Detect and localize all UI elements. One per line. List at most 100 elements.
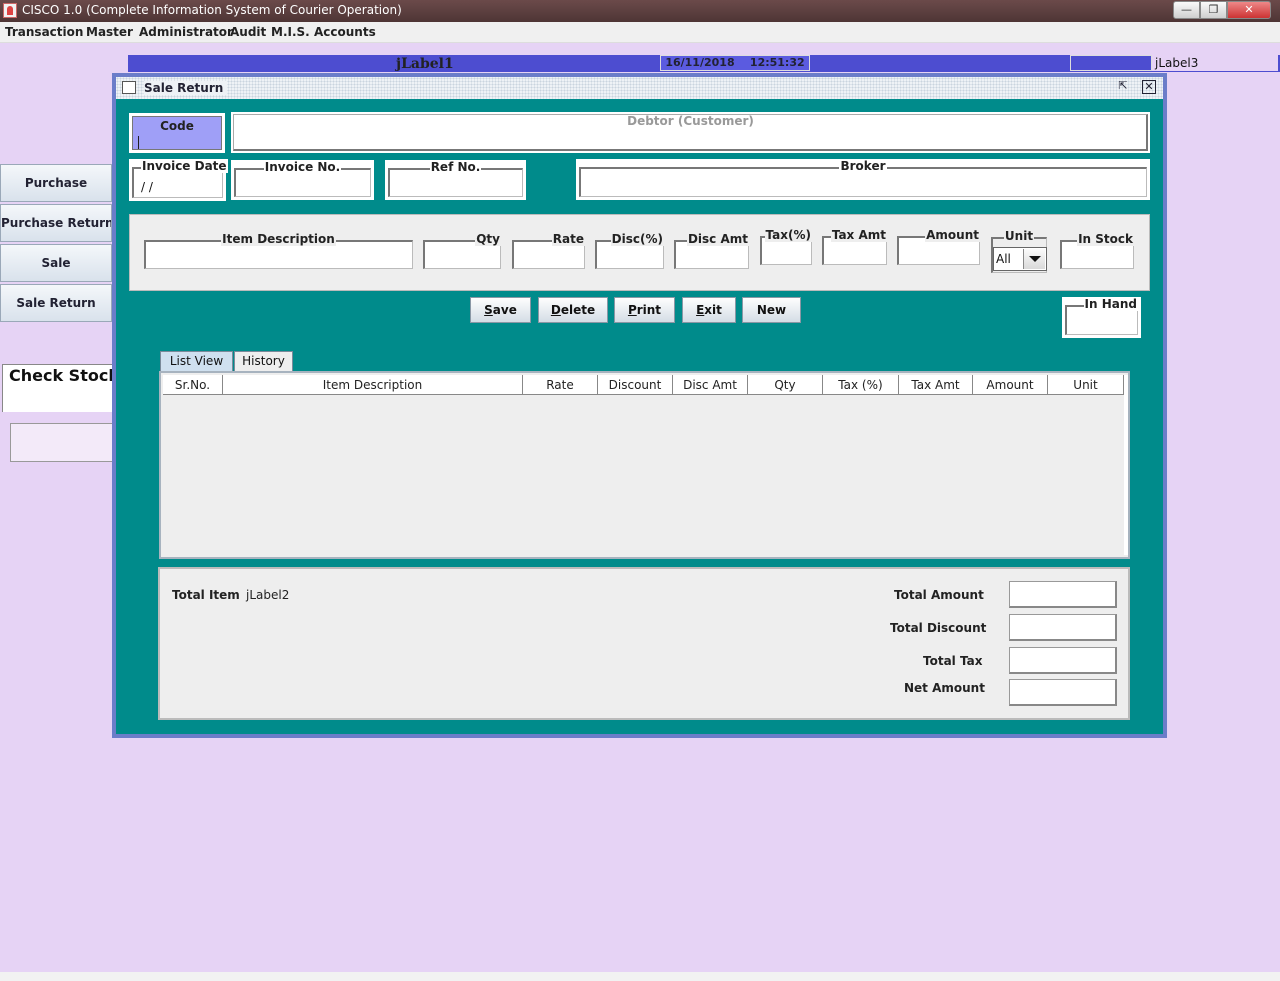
save-button[interactable]: Save	[470, 297, 531, 323]
total-item-label: Total Item	[172, 588, 240, 602]
window-title: CISCO 1.0 (Complete Information System o…	[22, 3, 402, 17]
tax-pct-label: Tax(%)	[764, 228, 812, 242]
disc-amt-field[interactable]: Disc Amt	[671, 232, 752, 272]
col-item-description[interactable]: Item Description	[223, 375, 523, 395]
in-stock-label: In Stock	[1077, 232, 1134, 246]
window-title-bar: CISCO 1.0 (Complete Information System o…	[0, 0, 1280, 22]
frame-title-bar: Sale Return ⇱ ✕	[116, 77, 1163, 99]
col-qty[interactable]: Qty	[748, 375, 823, 395]
ref-no-label: Ref No.	[429, 160, 482, 174]
code-field[interactable]: Code	[129, 113, 225, 153]
menu-mis[interactable]: M.I.S.	[271, 25, 310, 39]
sidebar-purchase-button[interactable]: Purchase	[0, 164, 112, 202]
frame-window-icon	[122, 81, 136, 94]
totals-panel	[158, 567, 1130, 720]
net-amount-field[interactable]	[1009, 679, 1117, 706]
total-discount-field[interactable]	[1009, 614, 1117, 641]
close-icon[interactable]: ✕	[1142, 80, 1156, 94]
items-table: Sr.No. Item Description Rate Discount Di…	[159, 371, 1130, 559]
bottom-strip	[0, 972, 1280, 981]
menu-administrator[interactable]: Administrator	[139, 25, 233, 39]
debtor-field[interactable]: Debtor (Customer)	[231, 112, 1150, 153]
check-stock-title: Check Stock	[9, 366, 119, 385]
rate-field[interactable]: Rate	[509, 232, 588, 272]
menu-accounts[interactable]: Accounts	[314, 25, 376, 39]
invoice-no-field[interactable]: Invoice No.	[231, 160, 374, 200]
menu-audit[interactable]: Audit	[230, 25, 266, 39]
maximize-button[interactable]: ❐	[1200, 1, 1227, 19]
invoice-no-label: Invoice No.	[263, 160, 342, 174]
item-description-label: Item Description	[221, 232, 336, 246]
close-window-button[interactable]: ✕	[1227, 1, 1271, 19]
col-amount[interactable]: Amount	[973, 375, 1048, 395]
in-stock-field[interactable]: In Stock	[1057, 232, 1137, 272]
broker-field[interactable]: Broker	[576, 159, 1150, 200]
total-amount-label: Total Amount	[894, 588, 984, 602]
table-body[interactable]	[163, 396, 1126, 554]
chevron-down-icon[interactable]	[1023, 249, 1045, 269]
time-text: 12:51:32	[749, 56, 805, 69]
invoice-date-value: / /	[141, 180, 153, 194]
col-rate[interactable]: Rate	[523, 375, 598, 395]
total-tax-field[interactable]	[1009, 647, 1117, 674]
new-button[interactable]: New	[742, 297, 801, 323]
total-tax-label: Total Tax	[923, 654, 983, 668]
col-discount[interactable]: Discount	[598, 375, 673, 395]
status-label-1: jLabel1	[396, 56, 454, 72]
restore-icon[interactable]: ⇱	[1116, 80, 1130, 94]
qty-label: Qty	[475, 232, 501, 246]
tax-pct-field[interactable]: Tax(%)	[757, 228, 815, 268]
disc-pct-field[interactable]: Disc(%)	[592, 232, 667, 272]
in-hand-field[interactable]: In Hand	[1062, 297, 1141, 338]
col-unit[interactable]: Unit	[1048, 375, 1124, 395]
col-sr-no[interactable]: Sr.No.	[163, 375, 223, 395]
minimize-button[interactable]: —	[1173, 1, 1200, 19]
col-disc-amt[interactable]: Disc Amt	[673, 375, 748, 395]
col-tax-amt[interactable]: Tax Amt	[899, 375, 973, 395]
check-stock-input[interactable]	[10, 423, 114, 462]
java-app-icon	[3, 3, 17, 18]
unit-select[interactable]: All	[993, 247, 1047, 271]
save-label: ave	[492, 303, 517, 317]
print-mnemonic: P	[627, 303, 637, 317]
delete-button[interactable]: Delete	[538, 297, 608, 323]
menu-master[interactable]: Master	[86, 25, 133, 39]
tax-amt-field[interactable]: Tax Amt	[819, 228, 890, 268]
sidebar-purchase-return-button[interactable]: Purchase Return	[0, 204, 112, 242]
total-amount-field[interactable]	[1009, 581, 1117, 608]
code-label: Code	[160, 119, 194, 133]
date-text: 16/11/2018	[665, 56, 735, 69]
broker-label: Broker	[839, 159, 887, 173]
tab-list-view[interactable]: List View	[160, 351, 233, 371]
text-caret	[138, 136, 139, 149]
unit-select-value: All	[996, 252, 1011, 266]
table-header: Sr.No. Item Description Rate Discount Di…	[163, 375, 1124, 395]
exit-button[interactable]: Exit	[682, 297, 736, 323]
rate-label: Rate	[551, 232, 585, 246]
ref-no-field[interactable]: Ref No.	[385, 160, 526, 200]
delete-mnemonic: D	[550, 303, 561, 317]
unit-label: Unit	[1003, 229, 1035, 243]
total-discount-label: Total Discount	[890, 621, 987, 635]
disc-amt-label: Disc Amt	[686, 232, 749, 246]
sidebar-sale-return-button[interactable]: Sale Return	[0, 284, 112, 322]
invoice-date-field[interactable]: Invoice Date / /	[129, 159, 228, 201]
menu-transaction[interactable]: Transaction	[5, 25, 83, 39]
qty-field[interactable]: Qty	[420, 232, 504, 272]
item-description-field[interactable]: Item Description	[141, 232, 416, 272]
amount-field[interactable]: Amount	[894, 228, 983, 268]
menu-bar: Transaction Master Administrator Audit M…	[0, 22, 1280, 43]
print-button[interactable]: Print	[614, 297, 675, 323]
amount-label: Amount	[925, 228, 980, 242]
col-tax-pct[interactable]: Tax (%)	[823, 375, 899, 395]
save-mnemonic: S	[484, 303, 493, 317]
tab-history[interactable]: History	[234, 351, 293, 371]
sidebar-sale-button[interactable]: Sale	[0, 244, 112, 282]
exit-label: xit	[704, 303, 722, 317]
invoice-date-label: Invoice Date	[141, 159, 228, 173]
table-scroll-edge	[1124, 375, 1128, 555]
tax-amt-label: Tax Amt	[830, 228, 887, 242]
frame-title: Sale Return	[144, 81, 228, 95]
status-box	[1070, 55, 1152, 71]
net-amount-label: Net Amount	[904, 681, 985, 695]
